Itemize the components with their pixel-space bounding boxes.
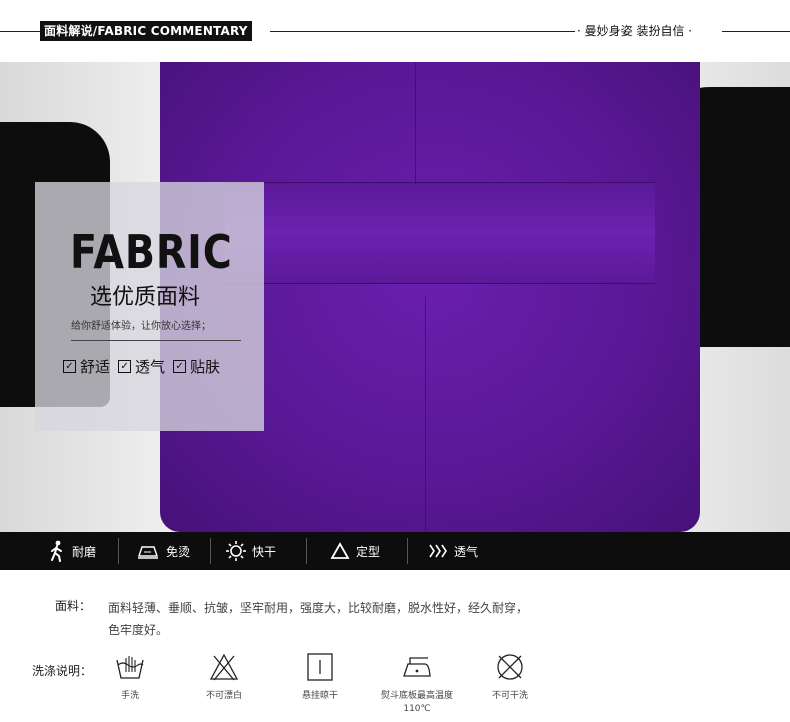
feature-breathable: 透气 [428,532,478,570]
fabric-big-title: FABRIC [70,225,233,279]
sun-icon [226,541,246,561]
wash-caption: 不可漂白 [205,691,242,701]
feature-label: 定型 [356,544,381,559]
feature-separator [210,538,211,564]
header-rule-left [0,31,40,32]
fabric-text: 面料轻薄、垂顺、抗皱，坚牢耐用，强度大，比较耐磨，脱水性好，经久耐穿，色牢度好。 [108,601,529,637]
feature-label: 透气 [454,544,479,559]
no-dry-clean-icon [497,654,523,680]
hang-dry-icon [307,653,333,681]
check-skin-friendly: ✓ 贴肤 [173,356,220,377]
dress-seam-lower [425,297,426,532]
check-label: 透气 [135,358,166,376]
header: 面料解说/FABRIC COMMENTARY · 曼妙身姿 装扮自信 · [0,0,790,62]
dress-seam-upper [415,62,416,184]
feature-no-iron: 免烫 [136,532,190,570]
checkbox-icon: ✓ [173,360,187,373]
check-breathable: ✓ 透气 [118,356,165,377]
hand-wash-icon [116,656,144,679]
no-bleach-icon [209,653,239,681]
wash-item-iron-temp: 熨斗底板最高温度110℃ [378,652,456,716]
checkbox-icon: ✓ [63,360,76,373]
feature-separator [306,538,307,564]
walking-person-icon [51,540,62,562]
check-label: 贴肤 [190,358,221,376]
wash-item-hand-wash: 手洗 [110,652,150,703]
wash-caption: 不可干洗 [491,691,528,701]
feature-bar: 耐磨 免烫 快干 定型 透气 [0,532,790,570]
header-slogan: · 曼妙身姿 装扮自信 · [577,24,693,38]
wave-icon [429,544,447,558]
fabric-label: 面料： [55,599,92,613]
check-comfort: ✓ 舒适 [63,356,110,377]
panel-divider [71,340,241,341]
fabric-checks: ✓ 舒适 ✓ 透气 ✓ 贴肤 [63,356,220,377]
wash-caption: 手洗 [120,691,139,701]
check-label: 舒适 [80,358,111,376]
iron-temp-icon [403,657,431,677]
header-rule-middle [270,31,575,32]
dress-waistband [225,182,655,284]
feature-separator [118,538,119,564]
feature-label: 快干 [252,544,277,559]
fabric-panel: FABRIC 选优质面料 给你舒适体验，让你放心选择； ✓ 舒适 ✓ 透气 ✓ … [35,182,264,431]
iron-icon [138,546,158,559]
wash-label: 洗涤说明： [32,664,93,678]
fabric-description: 给你舒适体验，让你放心选择； [71,321,211,332]
feature-wear-resistant: 耐磨 [48,532,96,570]
wash-item-no-bleach: 不可漂白 [200,652,248,703]
section-title: 面料解说/FABRIC COMMENTARY [40,21,252,41]
wash-caption: 悬挂晾干 [301,691,338,701]
wash-caption: 熨斗底板最高温度110℃ [380,691,453,714]
wash-item-hang-dry: 悬挂晾干 [296,652,344,703]
checkbox-icon: ✓ [118,360,132,373]
wash-item-no-dry-clean: 不可干洗 [486,652,534,703]
feature-label: 免烫 [166,544,191,559]
triangle-icon [330,542,350,559]
feature-shape-retention: 定型 [330,532,380,570]
fabric-subtitle: 选优质面料 [90,285,201,310]
feature-quick-dry: 快干 [226,532,276,570]
feature-separator [407,538,408,564]
header-rule-right [722,31,790,32]
feature-label: 耐磨 [72,544,97,559]
